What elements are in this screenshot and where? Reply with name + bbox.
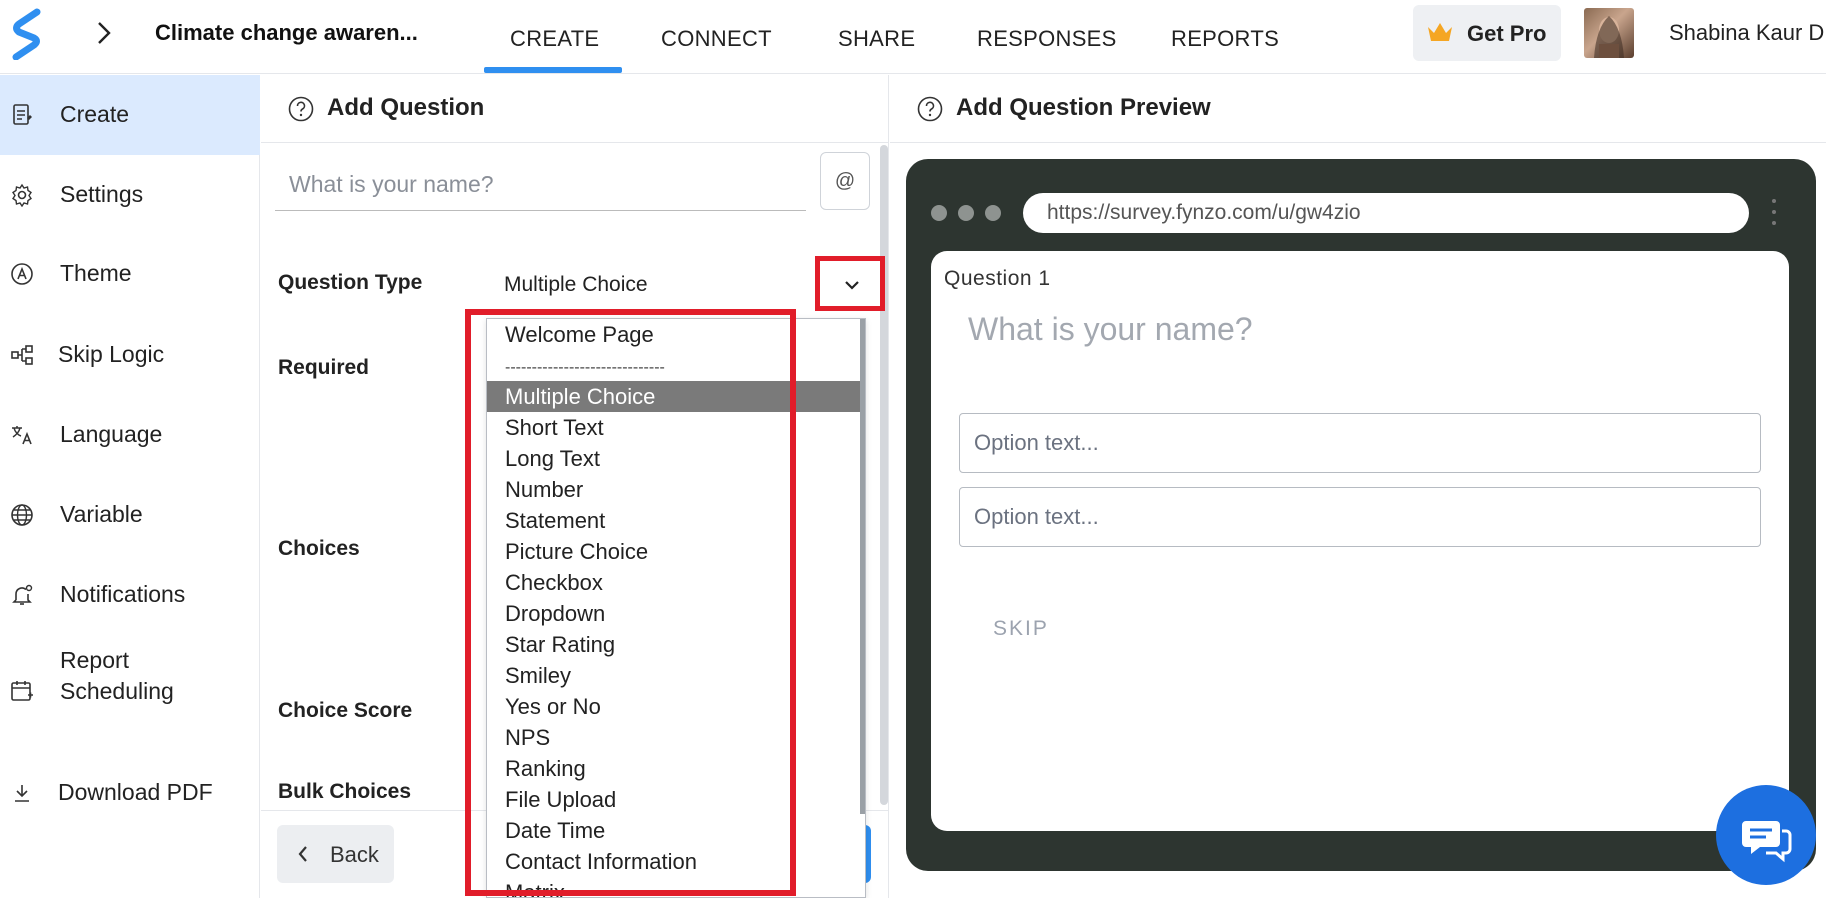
sidebar-item-label: Notifications xyxy=(60,581,186,607)
sidebar-item-notifications[interactable]: Notifications xyxy=(0,555,260,635)
get-pro-label: Get Pro xyxy=(1467,21,1547,46)
theme-icon xyxy=(11,263,33,285)
help-icon[interactable] xyxy=(917,96,943,122)
sidebar-item-create[interactable]: Create xyxy=(0,75,260,155)
gear-icon xyxy=(12,183,32,207)
tab-reports[interactable]: REPORTS xyxy=(1171,26,1279,52)
choice-score-label: Choice Score xyxy=(278,699,413,722)
tab-connect[interactable]: CONNECT xyxy=(661,26,772,52)
sidebar-item-label: Theme xyxy=(60,260,132,286)
translate-icon xyxy=(12,426,32,445)
panel-title: Add Question xyxy=(327,94,485,121)
sidebar-item-variable[interactable]: Variable xyxy=(0,475,260,555)
create-doc-icon xyxy=(13,104,32,125)
preview-header: Add Question Preview xyxy=(890,75,1826,143)
window-dot xyxy=(958,205,974,221)
tab-responses[interactable]: RESPONSES xyxy=(977,26,1117,52)
sidebar-item-theme[interactable]: Theme xyxy=(0,235,260,315)
sidebar-item-skip-logic[interactable]: Skip Logic xyxy=(0,315,260,395)
required-label: Required xyxy=(278,356,370,379)
avatar[interactable] xyxy=(1584,8,1634,58)
tab-create[interactable]: CREATE xyxy=(510,26,599,52)
sidebar-item-settings[interactable]: Settings xyxy=(0,155,260,235)
crown-icon xyxy=(1428,23,1452,41)
kebab-menu-icon xyxy=(1772,199,1776,225)
sidebar-item-label: Language xyxy=(60,421,163,447)
preview-browser-frame: https://survey.fynzo.com/u/gw4zio Questi… xyxy=(906,159,1816,871)
sidebar-item-label: Create xyxy=(60,101,130,127)
sidebar-item-label: Skip Logic xyxy=(58,341,165,367)
bulk-choices-label: Bulk Choices xyxy=(278,780,412,803)
bell-icon xyxy=(12,584,33,605)
sidebar-item-report-scheduling[interactable]: Report Scheduling xyxy=(0,643,260,739)
window-dot xyxy=(985,205,1001,221)
back-button[interactable]: Back xyxy=(277,825,394,883)
chevron-left-icon xyxy=(298,846,307,862)
sidebar-item-label: Variable xyxy=(60,501,143,527)
highlight-box-chevron xyxy=(815,256,885,311)
preview-question-text: What is your name? xyxy=(968,311,1253,347)
chat-widget-button[interactable] xyxy=(1716,785,1816,885)
question-number: Question 1 xyxy=(944,267,1051,290)
question-type-label: Question Type xyxy=(278,271,423,294)
sidebar-item-label: Download PDF xyxy=(58,779,213,805)
question-type-value[interactable]: Multiple Choice xyxy=(504,273,648,297)
sidebar-item-label: Report Scheduling xyxy=(60,647,174,704)
breadcrumb-chevron-icon[interactable] xyxy=(92,18,116,48)
dropdown-scrollbar[interactable] xyxy=(860,319,865,814)
panel-header: Add Question xyxy=(261,75,889,143)
sidebar-item-label: Settings xyxy=(60,181,144,207)
tab-share[interactable]: SHARE xyxy=(838,26,915,52)
back-label: Back xyxy=(330,842,379,867)
sidebar-item-download-pdf[interactable]: Download PDF xyxy=(0,761,260,841)
preview-option[interactable]: Option text... xyxy=(959,413,1761,473)
download-icon xyxy=(15,785,29,802)
fynzo-logo[interactable] xyxy=(10,8,44,60)
preview-url-bar: https://survey.fynzo.com/u/gw4zio xyxy=(1023,193,1749,233)
preview-option[interactable]: Option text... xyxy=(959,487,1761,547)
question-input[interactable] xyxy=(275,159,806,211)
mention-button[interactable]: @ xyxy=(820,152,870,210)
top-bar: Climate change awaren... CREATE CONNECT … xyxy=(0,0,1826,74)
active-tab-indicator xyxy=(484,67,622,73)
highlight-box-options xyxy=(465,309,796,896)
survey-title[interactable]: Climate change awaren... xyxy=(155,20,418,46)
skip-button[interactable]: SKIP xyxy=(993,617,1049,641)
sidebar: Create Settings Theme Skip Logic Languag… xyxy=(0,75,260,898)
choices-label: Choices xyxy=(278,537,360,560)
preview-screen: Question 1 What is your name? Option tex… xyxy=(931,251,1789,831)
sidebar-item-language[interactable]: Language xyxy=(0,395,260,475)
preview-title: Add Question Preview xyxy=(956,94,1211,121)
help-icon[interactable] xyxy=(288,96,314,122)
get-pro-button[interactable]: Get Pro xyxy=(1413,5,1561,61)
skip-logic-icon xyxy=(11,345,33,365)
globe-icon xyxy=(11,504,33,526)
panel-scrollbar[interactable] xyxy=(880,145,888,805)
chat-icon xyxy=(1742,821,1792,863)
window-dot xyxy=(931,205,947,221)
calendar-icon xyxy=(11,681,33,701)
user-name[interactable]: Shabina Kaur D xyxy=(1669,20,1824,46)
